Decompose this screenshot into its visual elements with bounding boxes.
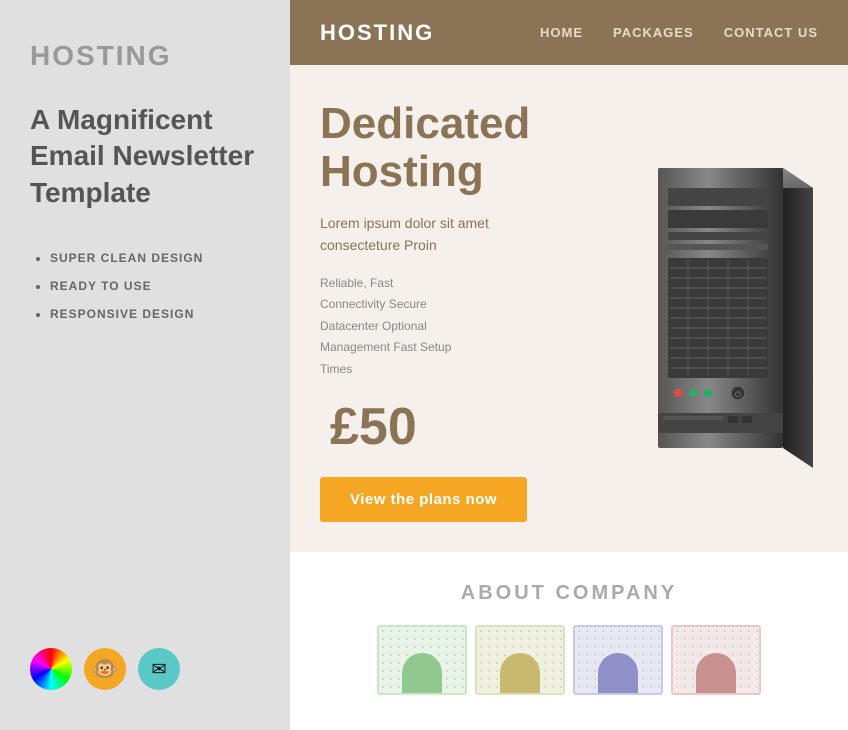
cta-button[interactable]: View the plans now — [320, 477, 527, 522]
feature-item-1: SUPER CLEAN DESIGN — [50, 251, 260, 265]
hero-heading-line2: Hosting — [320, 147, 484, 196]
price-row: £50 — [320, 397, 578, 457]
sidebar-subtitle: A Magnificent Email Newsletter Template — [30, 102, 260, 211]
navbar: HOSTING HOME PACKAGES CONTACT US — [290, 0, 848, 65]
hero-section: Dedicated Hosting Lorem ipsum dolor sit … — [290, 65, 848, 552]
hero-desc-line2: consecteture Proin — [320, 237, 437, 253]
icon-row: 🐵 ✉ — [30, 648, 260, 690]
main-content: HOSTING HOME PACKAGES CONTACT US Dedicat… — [290, 0, 848, 730]
hero-desc-line1: Lorem ipsum dolor sit amet — [320, 215, 489, 231]
hero-description: Lorem ipsum dolor sit amet consecteture … — [320, 212, 578, 257]
about-title: ABOUT COMPANY — [320, 582, 818, 605]
svg-text:⏻: ⏻ — [735, 390, 742, 399]
mailchimp-icon: 🐵 — [84, 648, 126, 690]
feature-item-3: RESPONSIVE DESIGN — [50, 307, 260, 321]
about-grid — [320, 625, 818, 695]
nav-link-home[interactable]: HOME — [540, 25, 583, 40]
feature-list: SUPER CLEAN DESIGN READY TO USE RESPONSI… — [30, 251, 260, 335]
nav-link-packages[interactable]: PACKAGES — [613, 25, 694, 40]
hero-features: Reliable, Fast Connectivity Secure Datac… — [320, 273, 578, 381]
hero-price: £50 — [330, 397, 417, 457]
email-icon: ✉ — [138, 648, 180, 690]
about-card-3 — [573, 625, 663, 695]
about-card-4 — [671, 625, 761, 695]
about-section: ABOUT COMPANY — [290, 552, 848, 730]
feature-item-2: READY TO USE — [50, 279, 260, 293]
nav-brand: HOSTING — [320, 20, 540, 46]
about-card-2 — [475, 625, 565, 695]
sidebar-title: HOSTING — [30, 40, 260, 72]
hero-content: Dedicated Hosting Lorem ipsum dolor sit … — [290, 65, 608, 552]
hero-heading-line1: Dedicated — [320, 99, 530, 148]
server-svg: ⏻ — [628, 138, 828, 478]
about-card-1 — [377, 625, 467, 695]
nav-link-contact[interactable]: CONTACT US — [724, 25, 818, 40]
nav-links: HOME PACKAGES CONTACT US — [540, 25, 818, 40]
hero-heading: Dedicated Hosting — [320, 100, 578, 197]
sidebar: HOSTING A Magnificent Email Newsletter T… — [0, 0, 290, 730]
colorwheel-icon — [30, 648, 72, 690]
hero-image: ⏻ — [608, 65, 848, 552]
